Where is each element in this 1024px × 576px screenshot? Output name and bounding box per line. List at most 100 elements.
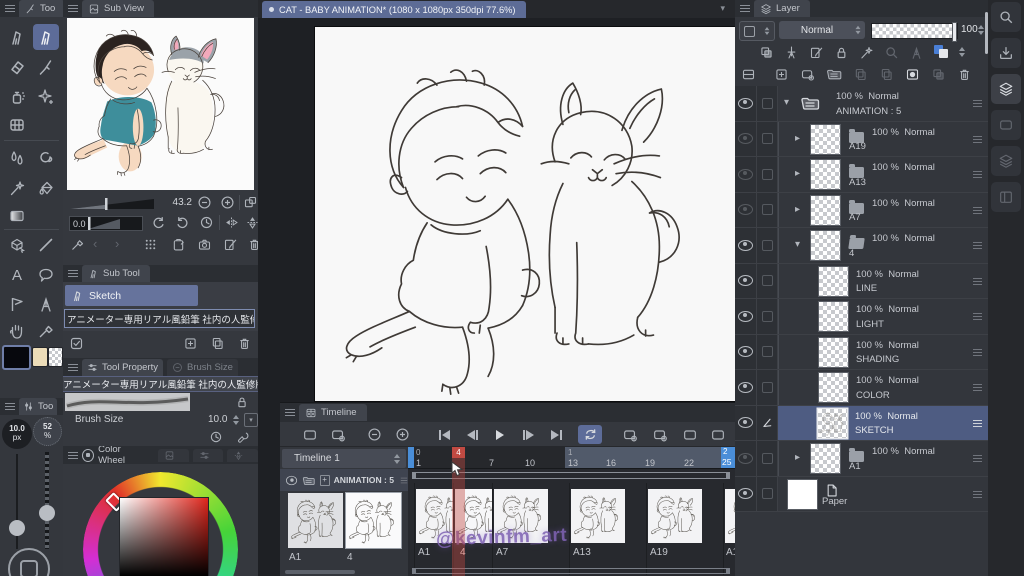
zoom-out-button[interactable] [197, 195, 212, 210]
cel-a13[interactable]: A13 [569, 483, 647, 575]
layer-row-a13[interactable]: ▸ 100 % Normal A13 [735, 157, 988, 193]
sub-tool-item-selected[interactable]: アニメーター専用リアル風鉛筆 社内の人監修 [64, 309, 255, 328]
dock-sub-view-button[interactable] [991, 2, 1021, 32]
timeline-zoom-in-button[interactable] [390, 425, 414, 444]
playback-start-marker[interactable] [408, 447, 414, 468]
layer-checkbox[interactable] [761, 488, 773, 500]
tool-pen-button[interactable] [4, 24, 30, 50]
layer-checkbox[interactable] [761, 346, 773, 358]
blend-mode-spinner[interactable] [855, 25, 861, 35]
stabilizer-dial[interactable] [8, 548, 50, 576]
brush-size-row[interactable]: Brush Size 10.0 ▾ [63, 413, 258, 429]
layer-menu-icon[interactable] [973, 313, 982, 320]
loop-playback-button[interactable] [578, 425, 602, 444]
layer-thumbnail[interactable] [819, 266, 848, 296]
tool-brush-button[interactable] [33, 54, 59, 80]
ruler-icon[interactable] [909, 45, 924, 60]
timeline-settings-button[interactable] [326, 425, 350, 444]
dock-layer-button[interactable] [991, 74, 1021, 104]
layer-checkbox[interactable] [761, 310, 773, 322]
next-image-button[interactable]: › [115, 236, 119, 251]
tool-airbrush-button[interactable] [4, 84, 30, 110]
tool-eyedropper-button[interactable] [33, 318, 59, 344]
layer-row-shading[interactable]: 100 % Normal SHADING [735, 334, 988, 370]
new-animation-folder-button[interactable] [618, 425, 642, 444]
tab-color-history[interactable] [227, 448, 258, 462]
fit-to-screen-button[interactable] [243, 195, 258, 210]
layer-menu-icon[interactable] [973, 171, 982, 178]
rotate-cw-button[interactable] [175, 215, 190, 230]
visibility-eye-icon[interactable] [738, 204, 753, 216]
track-menu-icon[interactable] [400, 477, 408, 483]
layer-color-spinner[interactable] [959, 47, 965, 57]
canvas[interactable] [315, 27, 735, 401]
layer-checkbox[interactable] [761, 168, 773, 180]
duplicate-sub-tool-button[interactable] [210, 336, 225, 351]
sub-view-zoom-slider[interactable] [70, 197, 156, 215]
panel-menu-icon[interactable] [5, 5, 15, 12]
collapse-chevron-icon[interactable]: ▾ [784, 97, 789, 108]
create-mask-icon[interactable] [905, 67, 920, 82]
tab-sub-view[interactable]: Sub View [82, 0, 154, 17]
expand-chevron-icon[interactable]: ▸ [795, 204, 800, 215]
timeline-zoom-out-button[interactable] [362, 425, 386, 444]
panel-menu-icon[interactable] [68, 270, 78, 277]
paper-thumbnail[interactable] [788, 479, 817, 509]
tool-gradient-button[interactable] [4, 203, 30, 229]
layer-thumbnail[interactable] [818, 408, 847, 438]
tool-selection-button[interactable] [4, 291, 30, 317]
tool-decoration-button[interactable] [33, 84, 59, 110]
tool-eraser-button[interactable] [4, 54, 30, 80]
new-raster-layer-icon[interactable] [774, 67, 789, 82]
tab-list-chevron-icon[interactable]: ▾ [720, 3, 725, 14]
layer-palette-combo[interactable] [739, 21, 775, 41]
add-sub-tool-button[interactable] [183, 336, 198, 351]
visibility-eye-icon[interactable] [738, 417, 753, 429]
reference-layer-icon[interactable] [784, 45, 799, 60]
timeline-hscrollbar[interactable] [285, 570, 355, 574]
opacity-spinner[interactable] [978, 25, 984, 35]
visibility-eye-icon[interactable] [738, 239, 753, 251]
layer-menu-icon[interactable] [973, 384, 982, 391]
layer-row-sketch-selected[interactable]: 100 % Normal SKETCH [735, 405, 988, 441]
skip-to-start-button[interactable] [432, 425, 456, 444]
skip-to-end-button[interactable] [544, 425, 568, 444]
dock-material-button[interactable] [991, 182, 1021, 212]
layer-menu-icon[interactable] [973, 277, 982, 285]
layer-row-line[interactable]: 100 % Normal LINE [735, 263, 988, 299]
merge-down-icon[interactable] [879, 67, 894, 82]
tool-operation-button[interactable] [4, 232, 30, 258]
new-animation-cel-button[interactable] [648, 425, 672, 444]
tool-figure-button[interactable] [33, 232, 59, 258]
tab-sub-tool[interactable]: Sub Tool [82, 265, 150, 282]
layer-thumbnail[interactable] [811, 195, 840, 225]
layer-checkbox[interactable] [761, 239, 773, 251]
playback-end-marker[interactable]: 2 25 [721, 447, 735, 468]
visibility-eye-icon[interactable] [738, 275, 753, 287]
clip-to-layer-icon[interactable] [759, 45, 774, 60]
timeline-track[interactable]: A1 4 A7 A13 A19 A1 [408, 469, 735, 576]
tool-auto-select-button[interactable] [4, 175, 30, 201]
sub-color-swatch[interactable] [32, 347, 48, 367]
lock-layer-icon[interactable] [834, 45, 849, 60]
enable-mask-icon[interactable] [884, 45, 899, 60]
tab-color-set[interactable] [158, 448, 189, 462]
layer-checkbox[interactable] [761, 97, 773, 109]
sub-tool-group-sketch[interactable]: Sketch [65, 285, 198, 306]
play-button[interactable] [488, 425, 512, 444]
dock-layer-search-button[interactable] [991, 146, 1021, 176]
layer-row-color[interactable]: 100 % Normal COLOR [735, 370, 988, 406]
sub-view-image[interactable] [67, 18, 254, 190]
dock-layer-property-button[interactable] [991, 38, 1021, 68]
reset-rotation-button[interactable] [199, 215, 214, 230]
layer-row-4[interactable]: ▾ 100 % Normal 4 [735, 228, 988, 264]
layer-row-a7[interactable]: ▸ 100 % Normal A7 [735, 192, 988, 228]
toggle-check-button[interactable] [69, 336, 84, 351]
import-camera-button[interactable] [197, 237, 212, 252]
layer-thumbnail[interactable] [819, 302, 848, 331]
layer-row-light[interactable]: 100 % Normal LIGHT [735, 299, 988, 335]
blend-mode-select[interactable]: Normal [779, 21, 865, 39]
expand-chevron-icon[interactable]: ▸ [795, 452, 800, 463]
tool-hand-button[interactable] [4, 318, 30, 344]
next-frame-button[interactable] [516, 425, 540, 444]
